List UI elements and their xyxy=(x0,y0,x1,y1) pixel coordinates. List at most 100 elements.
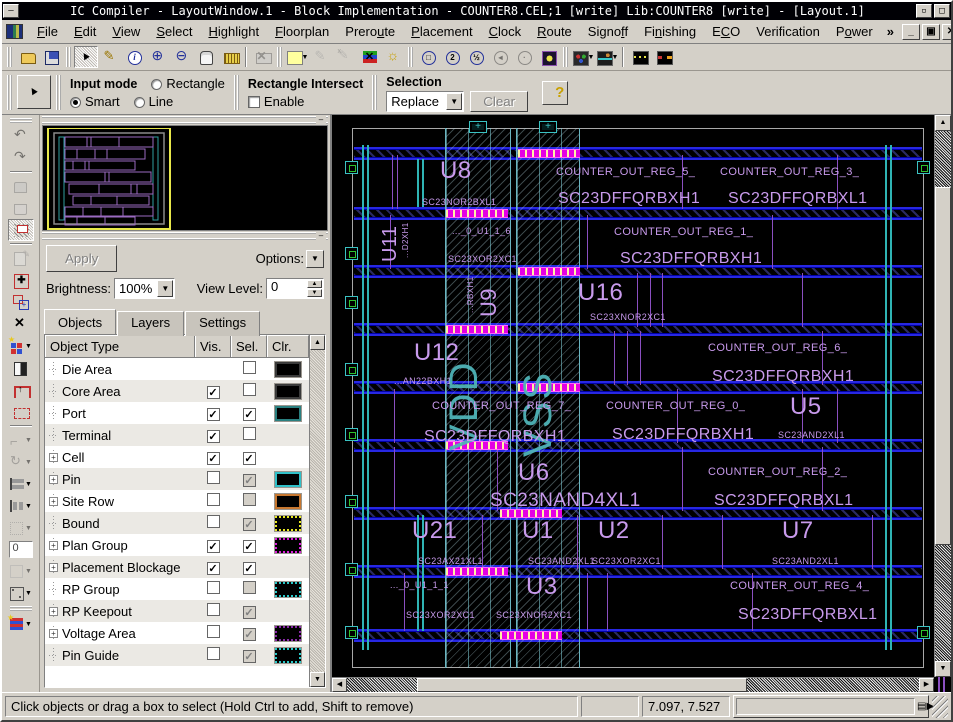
selectability-checkbox[interactable]: ✓ xyxy=(243,540,256,553)
color-swatch[interactable] xyxy=(275,538,301,553)
column-header[interactable]: Clr. xyxy=(267,335,309,357)
hscroll-thumb[interactable] xyxy=(417,678,747,692)
distribute-icon[interactable]: ▼ xyxy=(8,495,34,517)
menu-clock[interactable]: Clock xyxy=(481,21,530,42)
options-dropdown-button[interactable]: ▼ xyxy=(306,250,324,268)
expanded-view-icon[interactable] xyxy=(627,46,651,68)
radio-line[interactable]: Line xyxy=(134,93,174,111)
selectability-checkbox[interactable]: ✓ xyxy=(243,518,256,531)
menu-overflow-chevron[interactable]: » xyxy=(881,24,900,39)
expand-icon[interactable]: + xyxy=(49,453,58,462)
zoom-2x-icon[interactable] xyxy=(440,46,464,68)
canvas-hscrollbar[interactable]: ◀ ▶ xyxy=(332,677,934,692)
color-fill-icon[interactable]: ▼ xyxy=(8,613,34,635)
expand-icon[interactable]: + xyxy=(49,541,58,550)
zoom-area-icon[interactable] xyxy=(536,46,560,68)
window-menu-button[interactable]: — xyxy=(3,4,19,18)
toolbar-grip[interactable] xyxy=(56,75,61,110)
menu-route[interactable]: Route xyxy=(529,21,580,42)
expand-icon[interactable]: + xyxy=(49,497,58,506)
redo-icon[interactable] xyxy=(8,147,34,169)
overview-map[interactable] xyxy=(42,125,328,231)
edit-shape-icon[interactable] xyxy=(98,46,122,68)
clear-highlight-icon[interactable] xyxy=(357,46,381,68)
scroll-right-arrow[interactable]: ▶ xyxy=(919,678,934,692)
scroll-track[interactable] xyxy=(310,350,325,672)
visibility-checkbox[interactable]: ✓ xyxy=(207,408,220,421)
color-swatch[interactable] xyxy=(275,494,301,509)
expand-icon[interactable]: + xyxy=(49,607,58,616)
visibility-checkbox[interactable] xyxy=(207,471,220,484)
zoom-fit-icon[interactable] xyxy=(416,46,440,68)
zoom-out-icon[interactable] xyxy=(170,46,194,68)
visibility-checkbox[interactable]: ✓ xyxy=(207,540,220,553)
snap-icon[interactable]: ▼ xyxy=(8,582,34,604)
group-icon[interactable]: ▼ xyxy=(8,517,34,539)
restore-button[interactable]: ▣ xyxy=(922,24,940,40)
selectability-checkbox[interactable]: ✓ xyxy=(243,452,256,465)
titlebar-maximize-button[interactable]: □ xyxy=(934,4,950,18)
color-swatch[interactable] xyxy=(275,384,301,399)
panel-grip[interactable]: – xyxy=(42,116,328,124)
object-row-plan-group[interactable]: +Plan Group✓✓ xyxy=(45,534,309,556)
flip-cell-icon[interactable] xyxy=(8,357,34,379)
selectability-checkbox[interactable] xyxy=(243,427,256,440)
spacing-value-field[interactable]: 0 xyxy=(9,541,33,558)
zoom-selection-icon[interactable] xyxy=(512,46,536,68)
selectability-checkbox[interactable]: ✓ xyxy=(243,606,256,619)
panel-collapse-icon[interactable]: – xyxy=(316,232,326,241)
menu-power[interactable]: Power xyxy=(828,21,881,42)
pan-view-icon[interactable] xyxy=(194,46,218,68)
menu-placement[interactable]: Placement xyxy=(403,21,480,42)
selectability-checkbox[interactable] xyxy=(243,383,256,396)
resize-grip[interactable] xyxy=(932,696,948,718)
color-swatch[interactable] xyxy=(275,516,301,531)
object-row-terminal[interactable]: Terminal✓ xyxy=(45,424,309,446)
menu-select[interactable]: Select xyxy=(148,21,200,42)
highlight-erase-icon[interactable] xyxy=(333,46,357,68)
menu-eco[interactable]: ECO xyxy=(704,21,748,42)
clear-button[interactable]: Clear xyxy=(470,91,528,112)
object-row-bound[interactable]: Bound✓ xyxy=(45,512,309,534)
mirror-icon[interactable]: ▼ xyxy=(8,429,34,451)
command-input[interactable] xyxy=(736,698,915,715)
combo-dropdown-arrow[interactable]: ▼ xyxy=(446,93,462,110)
visibility-checkbox[interactable] xyxy=(207,581,220,594)
object-row-pin[interactable]: +Pin✓ xyxy=(45,468,309,490)
select-tool-icon[interactable] xyxy=(74,46,98,68)
visibility-checkbox[interactable] xyxy=(207,603,220,616)
abstract-view-icon[interactable] xyxy=(651,46,675,68)
object-row-voltage-area[interactable]: +Voltage Area✓ xyxy=(45,622,309,644)
visibility-checkbox[interactable]: ✓ xyxy=(207,562,220,575)
object-row-placement-blockage[interactable]: +Placement Blockage✓✓ xyxy=(45,556,309,578)
selectability-checkbox[interactable]: ✓ xyxy=(243,650,256,663)
dim-view-icon[interactable] xyxy=(381,46,405,68)
command-history-icon[interactable]: ▤▶ xyxy=(917,699,933,715)
color-swatch[interactable] xyxy=(275,648,301,663)
menu-finishing[interactable]: Finishing xyxy=(636,21,704,42)
selection-mode-combo[interactable]: Replace ▼ xyxy=(386,91,464,112)
menu-preroute[interactable]: Preroute xyxy=(337,21,403,42)
tab-layers[interactable]: Layers xyxy=(117,311,184,336)
color-swatch[interactable] xyxy=(275,362,301,377)
selectability-checkbox[interactable] xyxy=(243,493,256,506)
selectability-checkbox[interactable]: ✓ xyxy=(243,474,256,487)
remove-rulers-icon[interactable] xyxy=(250,46,274,68)
view-options-icon[interactable]: ▼ xyxy=(571,46,595,68)
selectability-checkbox[interactable] xyxy=(243,581,256,594)
object-row-cell[interactable]: +Cell✓✓ xyxy=(45,446,309,468)
object-row-pin-guide[interactable]: Pin Guide✓ xyxy=(45,644,309,666)
ruler-icon[interactable] xyxy=(218,46,242,68)
scroll-down-arrow[interactable]: ▼ xyxy=(935,661,951,677)
visibility-checkbox[interactable] xyxy=(207,647,220,660)
route-display-icon[interactable]: ▼ xyxy=(595,46,619,68)
zoom-half-icon[interactable] xyxy=(464,46,488,68)
resize-icon[interactable]: ▼ xyxy=(8,560,34,582)
color-swatch[interactable] xyxy=(275,626,301,641)
color-swatch[interactable] xyxy=(275,582,301,597)
query-object-icon[interactable] xyxy=(122,46,146,68)
color-swatch[interactable] xyxy=(275,406,301,421)
vscroll-thumb[interactable] xyxy=(935,187,951,545)
radio-smart[interactable]: Smart xyxy=(70,93,120,111)
help-button[interactable]: ? xyxy=(542,81,568,105)
